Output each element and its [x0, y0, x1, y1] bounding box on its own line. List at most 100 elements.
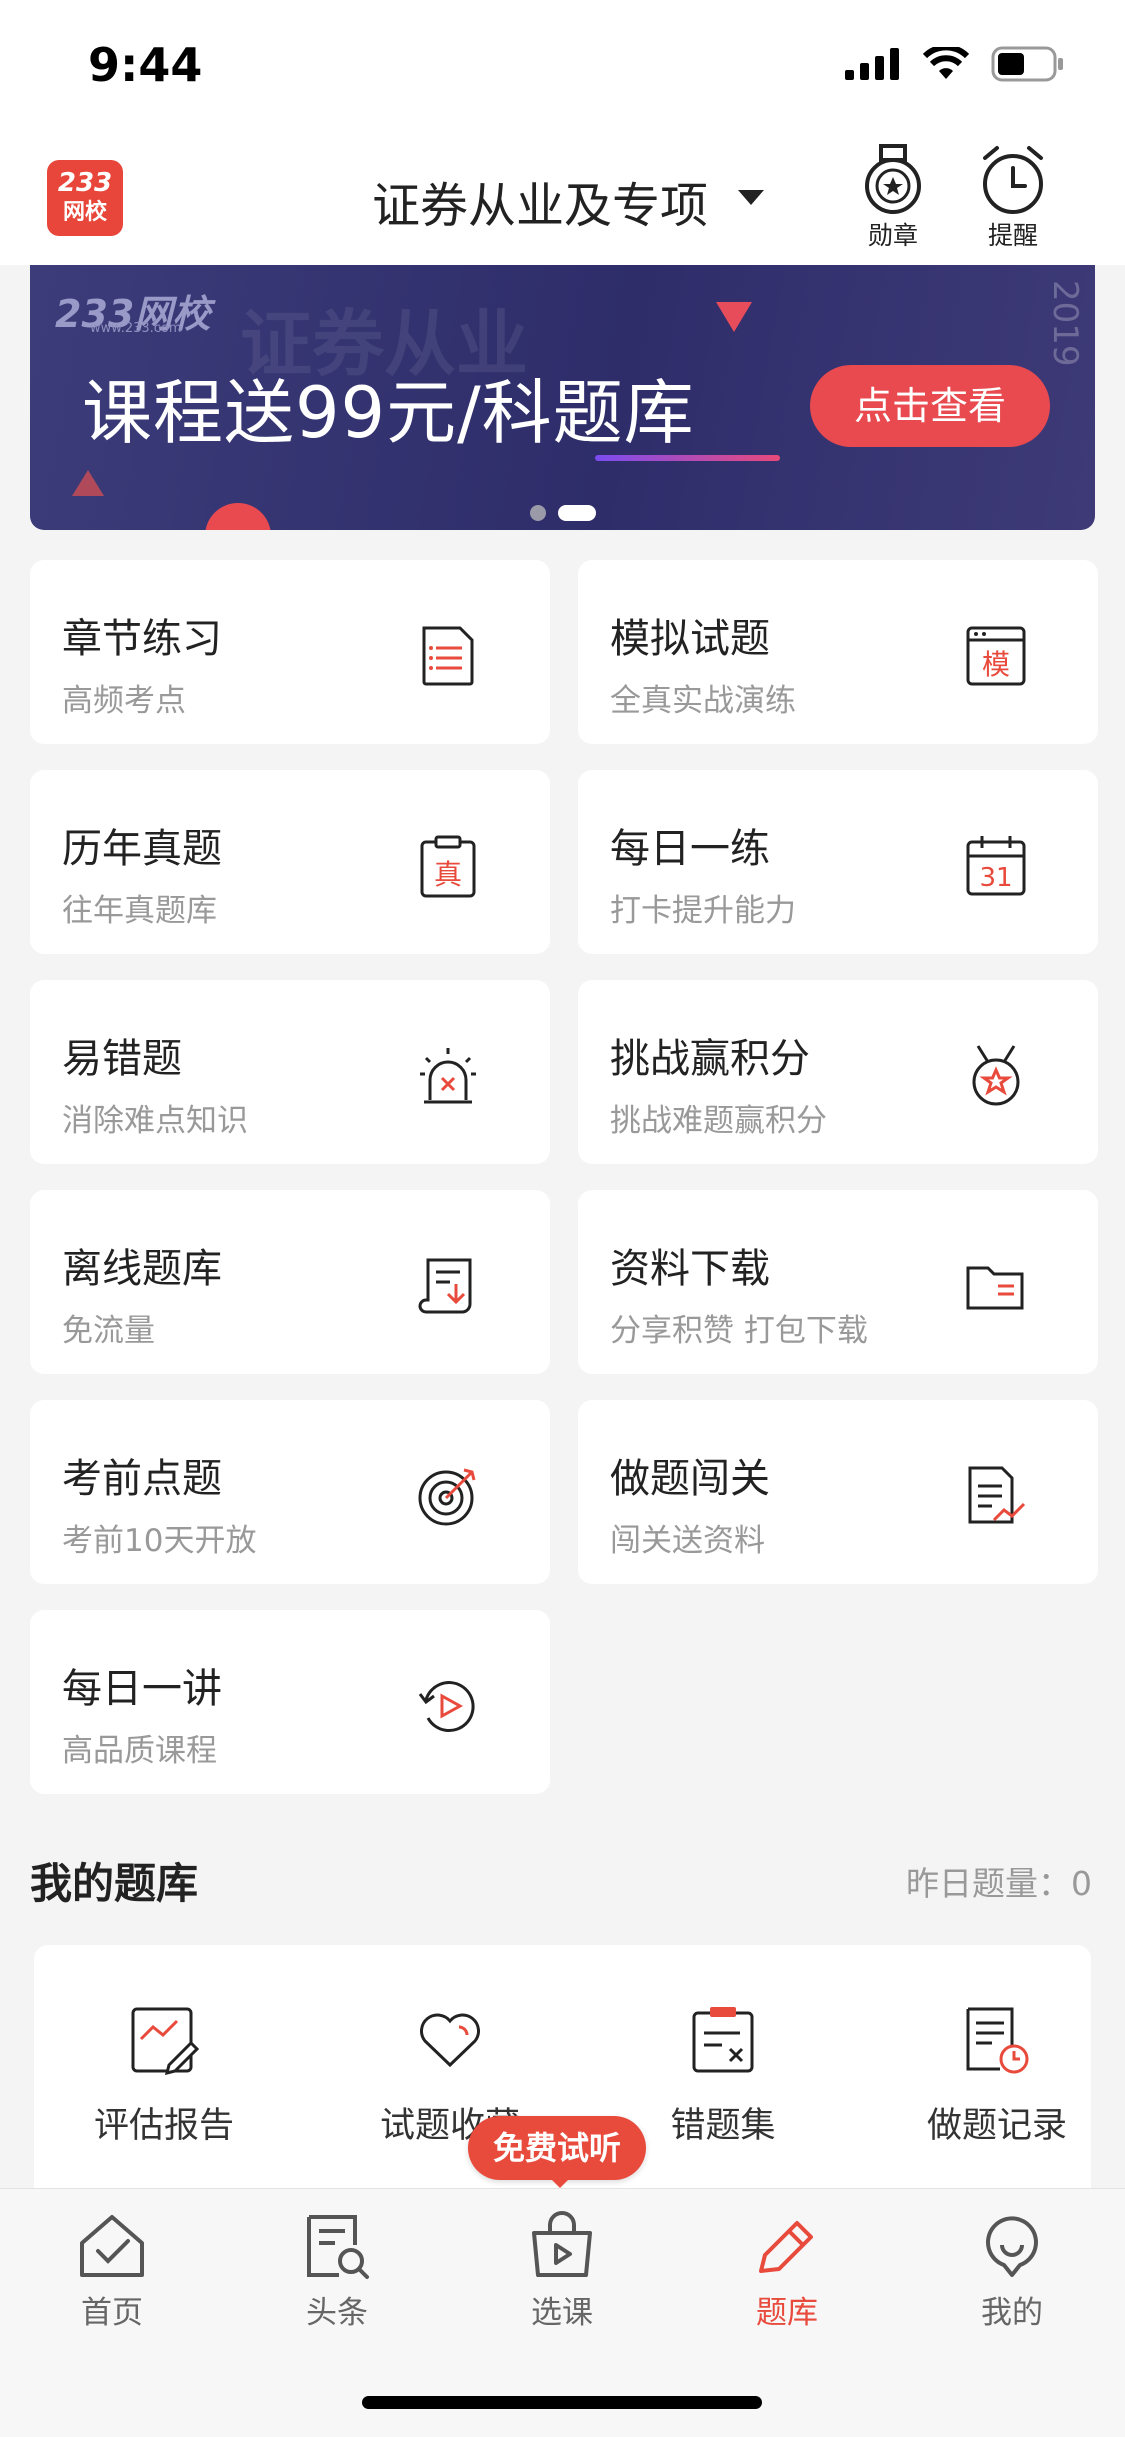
feature-pre-exam-tips[interactable]: 考前点题 考前10天开放 [30, 1400, 550, 1584]
heart-icon [420, 2013, 480, 2068]
logo-text-bottom: 网校 [62, 200, 107, 225]
scroll-download-icon [418, 1258, 472, 1314]
tab-label: 我的 [981, 2295, 1043, 2331]
feature-grid: 章节练习 高频考点 模拟试题 全真实战演练 模 历年真题 往年真题库 真 每日一… [30, 560, 1098, 1794]
logo-text-top: 233 [57, 168, 113, 198]
feature-subtitle: 打卡提升能力 [610, 893, 796, 929]
folder-icon [966, 1266, 1024, 1310]
clipboard-icon: 真 [420, 835, 476, 898]
promo-banner[interactable]: 证券从业 233网校 www.233.com 2019 课程送99元/科题库 点… [30, 265, 1095, 530]
feature-subtitle: 全真实战演练 [610, 683, 796, 719]
profile-icon [986, 2216, 1038, 2277]
medal-label: 勋章 [867, 221, 918, 250]
banner-headline: 课程送99元/科题库 [82, 372, 695, 454]
carousel-indicator [30, 502, 1095, 521]
home-icon [80, 2215, 144, 2277]
header-bar: 233 网校 证券从业及专项 勋章 提醒 [0, 130, 1125, 265]
document-chart-icon [968, 1466, 1026, 1524]
feature-level-challenge[interactable]: 做题闯关 闯关送资料 [578, 1400, 1098, 1584]
feature-title: 做题闯关 [610, 1456, 770, 1502]
status-time: 9:44 [88, 38, 203, 92]
document-list-icon [422, 626, 474, 686]
chevron-down-icon[interactable] [738, 190, 764, 205]
feature-offline-bank[interactable]: 离线题库 免流量 [30, 1190, 550, 1374]
home-indicator[interactable] [362, 2396, 762, 2409]
assessment-report-button[interactable]: 评估报告 [39, 2005, 289, 2148]
award-medal-icon [972, 1045, 1020, 1106]
battery-icon [991, 46, 1063, 82]
feature-mock-exam[interactable]: 模拟试题 全真实战演练 模 [578, 560, 1098, 744]
status-bar: 9:44 [0, 0, 1125, 130]
feature-downloads[interactable]: 资料下载 分享积赞 打包下载 [578, 1190, 1098, 1374]
tab-courses[interactable]: 选课 [482, 2211, 642, 2332]
tab-label: 选课 [531, 2295, 593, 2331]
medal-icon [865, 144, 921, 214]
banner-brand-url: www.233.com [90, 321, 182, 336]
banner-accent-bar [595, 455, 780, 461]
banner-year: 2019 [1045, 280, 1085, 367]
calendar-icon-text: 31 [979, 863, 1012, 893]
yesterday-count: 昨日题量：0 [906, 1864, 1092, 1903]
triangle-decoration [72, 470, 104, 496]
feature-title: 每日一讲 [62, 1666, 222, 1712]
report-chart-icon [131, 2007, 200, 2076]
reminder-label: 提醒 [987, 221, 1038, 250]
banner-cta-button[interactable]: 点击查看 [810, 365, 1050, 447]
triangle-decoration [716, 302, 752, 332]
cellular-signal-icon [845, 48, 899, 80]
feature-daily-lecture[interactable]: 每日一讲 高品质课程 [30, 1610, 550, 1794]
mock-exam-icon: 模 [966, 626, 1026, 686]
tab-profile[interactable]: 我的 [932, 2211, 1092, 2332]
feature-error-prone[interactable]: 易错题 消除难点知识 [30, 980, 550, 1164]
feature-subtitle: 闯关送资料 [610, 1523, 765, 1559]
feature-title: 章节练习 [62, 616, 222, 662]
news-search-icon [307, 2215, 369, 2279]
tab-label: 首页 [81, 2295, 143, 2331]
replay-play-icon [418, 1681, 475, 1732]
feature-challenge-points[interactable]: 挑战赢积分 挑战难题赢积分 [578, 980, 1098, 1164]
status-icons [845, 46, 1065, 82]
practice-history-button[interactable]: 做题记录 [872, 2005, 1122, 2148]
feature-title: 挑战赢积分 [610, 1036, 810, 1082]
tab-label: 题库 [756, 2295, 818, 2331]
alarm-clock-icon [983, 146, 1043, 214]
reminder-button[interactable]: 提醒 [968, 144, 1058, 252]
feature-title: 历年真题 [62, 826, 222, 872]
carousel-dot[interactable] [529, 504, 546, 521]
feature-chapter-practice[interactable]: 章节练习 高频考点 [30, 560, 550, 744]
feature-title: 考前点题 [62, 1456, 222, 1502]
exam-category-selector[interactable]: 证券从业及专项 [372, 166, 708, 236]
feature-title: 资料下载 [610, 1246, 770, 1292]
feature-subtitle: 免流量 [62, 1313, 155, 1349]
feature-subtitle: 往年真题库 [62, 893, 217, 929]
tab-home[interactable]: 首页 [32, 2211, 192, 2332]
calendar-icon: 31 [966, 836, 1026, 896]
carousel-dot-active[interactable] [557, 504, 596, 521]
feature-past-exams[interactable]: 历年真题 往年真题库 真 [30, 770, 550, 954]
my-bank-item-label: 做题记录 [926, 2106, 1067, 2146]
medal-button[interactable]: 勋章 [848, 144, 938, 252]
tab-question-bank[interactable]: 题库 [707, 2211, 867, 2332]
feature-title: 易错题 [62, 1036, 182, 1082]
feature-daily-practice[interactable]: 每日一练 打卡提升能力 31 [578, 770, 1098, 954]
app-logo[interactable]: 233 网校 [47, 160, 123, 236]
wifi-icon [923, 47, 969, 79]
tab-news[interactable]: 头条 [257, 2211, 417, 2332]
feature-subtitle: 挑战难题赢积分 [610, 1103, 827, 1139]
alarm-siren-icon [420, 1048, 476, 1104]
my-bank-item-label: 评估报告 [93, 2106, 234, 2146]
feature-title: 模拟试题 [610, 616, 770, 662]
feature-title: 每日一练 [610, 826, 770, 872]
clipboard-x-icon [692, 2007, 754, 2073]
my-bank-title: 我的题库 [30, 1859, 199, 1908]
shopping-bag-play-icon [532, 2211, 592, 2277]
feature-subtitle: 分享积赞 打包下载 [610, 1313, 868, 1349]
free-trial-badge[interactable]: 免费试听 [468, 2116, 646, 2180]
feature-subtitle: 消除难点知识 [62, 1103, 248, 1139]
mock-exam-icon-text: 模 [982, 648, 1010, 681]
tab-label: 头条 [306, 2295, 368, 2331]
badge-pointer [548, 2176, 572, 2188]
document-clock-icon [966, 2007, 1029, 2074]
target-icon [418, 1468, 476, 1526]
feature-subtitle: 考前10天开放 [62, 1523, 257, 1559]
